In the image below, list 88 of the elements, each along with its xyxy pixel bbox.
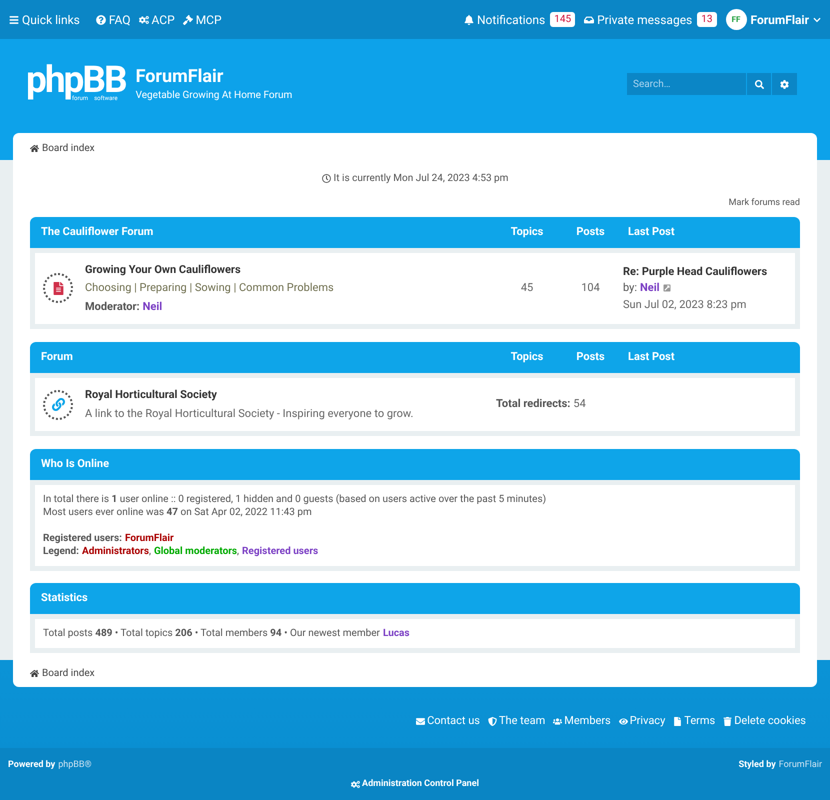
column-heading: Topics — [510, 349, 544, 366]
style-author-link[interactable]: ForumFlair — [778, 759, 822, 772]
caret-icon — [813, 16, 821, 24]
footer-link[interactable]: Members — [553, 713, 611, 730]
topics-count: 45 — [520, 280, 534, 296]
breadcrumb-link[interactable]: Board index — [30, 141, 800, 155]
current-time: It is currently Mon Jul 24, 2023 4:53 pm — [322, 171, 508, 186]
user-menu[interactable]: FF ForumFlair — [726, 9, 821, 30]
subforum-links[interactable]: Choosing | Preparing | Sowing | Common Problems — [85, 280, 496, 296]
envelope-icon — [416, 716, 426, 726]
forum-title-link[interactable]: Royal Horticultural Society — [85, 387, 496, 404]
footer-link[interactable]: Terms — [673, 713, 716, 730]
forum-description: A link to the Royal Horticultural Society - Inspiring everyone to grow. — [85, 406, 414, 422]
column-heading: Posts — [575, 349, 606, 366]
site-title: ForumFlair — [136, 66, 224, 88]
column-heading: Topics — [510, 224, 544, 240]
category-title: Forum — [40, 349, 74, 366]
moderator-label: Moderator: — [85, 298, 140, 314]
posts-count: 104 — [580, 280, 601, 296]
styled-by-label: Styled by — [738, 759, 776, 772]
trash-icon — [723, 716, 732, 726]
column-heading: Last Post — [627, 224, 676, 240]
clock-icon — [322, 174, 331, 183]
notifications-link[interactable]: Notifications 145 — [464, 10, 576, 28]
group-link[interactable]: Registered users — [242, 545, 318, 558]
home-icon — [30, 669, 39, 678]
settings-icon — [780, 80, 789, 88]
by-label: by: — [623, 280, 637, 296]
user-avatar: FF — [726, 9, 746, 30]
redirects-count: 54 — [573, 396, 586, 412]
home-icon — [30, 144, 39, 152]
question-icon — [96, 14, 106, 24]
redirects-label: Total redirects: — [496, 396, 570, 412]
view-post-icon[interactable] — [662, 284, 671, 292]
column-heading: Last Post — [627, 349, 676, 366]
gavel-icon — [182, 14, 193, 24]
search-field[interactable]: Search… — [627, 73, 746, 95]
search-button[interactable] — [747, 73, 771, 95]
gears-icon — [138, 14, 149, 24]
mark-read-link[interactable]: Mark forums read — [728, 197, 800, 210]
user-link[interactable]: ForumFlair — [124, 532, 174, 545]
count-badge: 145 — [550, 12, 576, 27]
footer-link[interactable]: Delete cookies — [723, 713, 806, 730]
nav-link[interactable]: MCP — [182, 10, 222, 28]
category-title: Statistics — [40, 590, 89, 606]
online-info-text: In total there is 1 user online :: 0 registered, 1 hidden and 0 guests (based on users active over the past 5 minutes) — [43, 493, 548, 506]
footer-link[interactable]: Privacy — [618, 713, 666, 730]
inbox-icon — [584, 14, 594, 24]
category-title: The Cauliflower Forum — [40, 224, 154, 240]
forum-link-icon — [43, 390, 73, 420]
comma-separator: , — [237, 545, 240, 558]
shield-icon — [488, 716, 497, 726]
group-link[interactable]: Global moderators — [154, 545, 238, 558]
forum-status-icon — [43, 273, 73, 304]
last-post-title[interactable]: Re: Purple Head Cauliflowers — [623, 264, 795, 280]
menu-icon — [9, 14, 19, 24]
nav-link[interactable]: FAQ — [96, 10, 131, 28]
registered-users-label: Registered users: — [43, 532, 122, 545]
private-messages-link[interactable]: Private messages 13 — [584, 10, 716, 28]
breadcrumb-link[interactable]: Board index — [30, 666, 800, 681]
legend-label: Legend: — [43, 545, 79, 558]
file-icon — [673, 716, 682, 726]
newest-member-link[interactable]: Lucas — [382, 626, 410, 641]
author-link[interactable]: Neil — [640, 280, 660, 296]
bell-icon — [464, 14, 474, 24]
phpbb-link[interactable]: phpBB® — [58, 759, 92, 772]
last-post-date: Sun Jul 02, 2023 8:23 pm — [623, 296, 748, 312]
count-badge: 13 — [697, 12, 716, 27]
nav-link[interactable]: ACP — [138, 10, 175, 28]
statistics-text: Total posts 489 • Total topics 206 • Total members 94 • Our newest member — [43, 627, 380, 641]
admin-panel-link[interactable]: Administration Control Panel — [351, 778, 479, 791]
site-description: Vegetable Growing At Home Forum — [136, 88, 292, 102]
powered-by-label: Powered by — [8, 759, 56, 772]
nav-link[interactable]: Quick links — [9, 10, 80, 28]
column-heading: Posts — [575, 224, 606, 240]
gears-icon — [351, 780, 360, 789]
comma-separator: , — [148, 545, 151, 558]
moderator-link[interactable]: Neil — [142, 298, 162, 315]
online-info-text: Most users ever online was 47 on Sat Apr 02, 2022 11:43 pm — [43, 506, 313, 519]
advanced-search-button[interactable] — [772, 73, 797, 95]
footer-link[interactable]: Contact us — [416, 713, 480, 730]
category-title: Who Is Online — [40, 456, 110, 472]
eye-icon — [618, 716, 628, 726]
search-icon — [754, 80, 764, 88]
footer-link[interactable]: The team — [488, 713, 546, 730]
forum-title-link[interactable]: Growing Your Own Cauliflowers — [85, 262, 496, 278]
group-link[interactable]: Administrators — [82, 545, 149, 558]
users-icon — [553, 716, 562, 726]
